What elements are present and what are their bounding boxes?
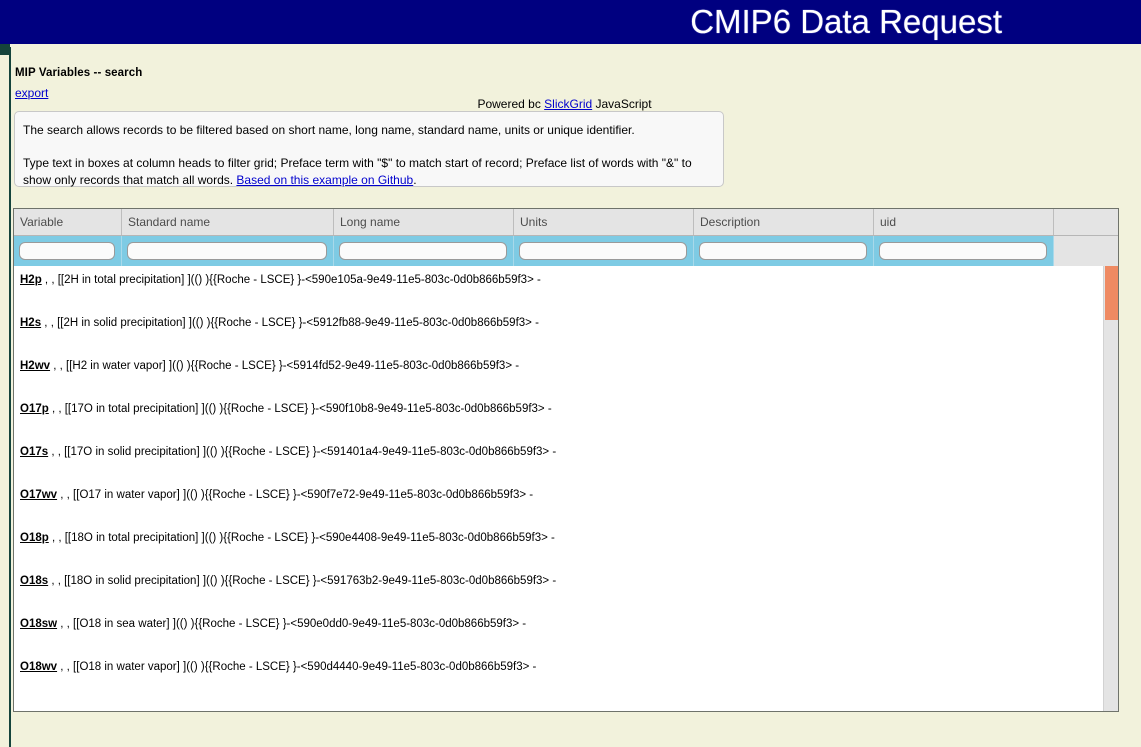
table-row[interactable]: O18p , , [[18O in total precipitation] ]… — [14, 524, 1103, 567]
grid-header-row: Variable Standard name Long name Units Descr… — [14, 209, 1118, 236]
scrollbar-thumb[interactable] — [1105, 266, 1118, 320]
powered-suffix: JavaScript — [592, 97, 652, 111]
filter-input-standard-name[interactable] — [127, 242, 327, 260]
page-left-corner — [0, 44, 9, 55]
variable-detail-text: , , [[17O in total precipitation] ](() )… — [48, 403, 552, 415]
filter-input-long-name[interactable] — [339, 242, 507, 260]
page-title: CMIP6 Data Request — [690, 3, 1002, 40]
variable-detail-text: , , [[18O in solid precipitation] ](() )… — [48, 575, 557, 587]
variable-name-link[interactable]: O17s — [20, 446, 48, 458]
help-line-2-period: . — [413, 173, 417, 187]
cell-variable: O18wv , , [[O18 in water vapor] ](() ){{… — [14, 653, 1103, 696]
variable-name-link[interactable]: H2p — [20, 274, 42, 286]
github-example-link[interactable]: Based on this example on Github — [236, 173, 413, 187]
variable-detail-text: , , [[H2 in water vapor] ](() ){{Roche -… — [50, 360, 520, 372]
table-row[interactable]: O18s , , [[18O in solid precipitation] ]… — [14, 567, 1103, 610]
variable-name-link[interactable]: O18p — [20, 532, 49, 544]
column-header-label: Long name — [340, 215, 401, 229]
page-content: MIP Variables -- search export Powered b… — [11, 47, 1141, 747]
column-header-standard-name[interactable]: Standard name — [122, 209, 334, 235]
filter-input-units[interactable] — [519, 242, 687, 260]
variable-name-link[interactable]: O17wv — [20, 489, 57, 501]
variable-name-link[interactable]: H2wv — [20, 360, 50, 372]
filter-cell-units[interactable] — [514, 236, 694, 266]
variable-name-link[interactable]: H2s — [20, 317, 41, 329]
table-row[interactable]: H2wv , , [[H2 in water vapor] ](() ){{Ro… — [14, 352, 1103, 395]
mip-variables-grid[interactable]: Variable Standard name Long name Units Descr… — [13, 208, 1119, 712]
powered-by-note: Powered bc SlickGrid JavaScript — [11, 97, 1118, 111]
column-header-label: uid — [880, 215, 897, 229]
filter-cell-uid[interactable] — [874, 236, 1054, 266]
column-header-label: Variable — [20, 215, 64, 229]
filter-input-variable[interactable] — [19, 242, 115, 260]
grid-viewport[interactable]: H2p , , [[2H in total precipitation] ]((… — [14, 266, 1118, 711]
help-line-2: Type text in boxes at column heads to fi… — [23, 155, 715, 189]
variable-name-link[interactable]: O18wv — [20, 661, 57, 673]
column-header-units[interactable]: Units — [514, 209, 694, 235]
variable-detail-text: , , [[2H in total precipitation] ](() ){… — [41, 274, 541, 286]
cell-variable: O18s , , [[18O in solid precipitation] ]… — [14, 567, 1103, 610]
cell-variable: O18sw , , [[O18 in sea water] ](() ){{Ro… — [14, 610, 1103, 653]
column-header-description[interactable]: Description — [694, 209, 874, 235]
variable-detail-text: , , [[2H in solid precipitation] ](() ){… — [41, 317, 539, 329]
table-row[interactable]: O17wv , , [[O17 in water vapor] ](() ){{… — [14, 481, 1103, 524]
variable-name-link[interactable]: O17p — [20, 403, 49, 415]
cell-variable: H2s , , [[2H in solid precipitation] ]((… — [14, 309, 1103, 352]
help-line-1: The search allows records to be filtered… — [23, 123, 635, 137]
column-header-label: Standard name — [128, 215, 211, 229]
variable-detail-text: , , [[O17 in water vapor] ](() ){{Roche … — [57, 489, 534, 501]
cell-variable: O18p , , [[18O in total precipitation] ]… — [14, 524, 1103, 567]
column-header-label: Units — [520, 215, 548, 229]
variable-detail-text: , , [[O18 in water vapor] ](() ){{Roche … — [57, 661, 537, 673]
table-row[interactable]: H2s , , [[2H in solid precipitation] ]((… — [14, 309, 1103, 352]
filter-cell-long-name[interactable] — [334, 236, 514, 266]
table-row[interactable]: O18wv , , [[O18 in water vapor] ](() ){{… — [14, 653, 1103, 696]
filter-input-uid[interactable] — [879, 242, 1047, 260]
column-header-label: Description — [700, 215, 761, 229]
cell-variable: H2wv , , [[H2 in water vapor] ](() ){{Ro… — [14, 352, 1103, 395]
variable-detail-text: , , [[O18 in sea water] ](() ){{Roche - … — [57, 618, 527, 630]
cell-variable: H2p , , [[2H in total precipitation] ]((… — [14, 266, 1103, 309]
variable-detail-text: , , [[17O in solid precipitation] ](() )… — [48, 446, 557, 458]
grid-vertical-scrollbar[interactable] — [1103, 266, 1118, 711]
variable-detail-text: , , [[18O in total precipitation] ](() )… — [48, 532, 555, 544]
column-header-uid[interactable]: uid — [874, 209, 1054, 235]
filter-cell-variable[interactable] — [14, 236, 122, 266]
filter-cell-standard-name[interactable] — [122, 236, 334, 266]
filter-cell-filler — [1054, 236, 1118, 266]
table-row[interactable]: O17p , , [[17O in total precipitation] ]… — [14, 395, 1103, 438]
table-row[interactable]: H2p , , [[2H in total precipitation] ]((… — [14, 266, 1103, 309]
search-help-box: The search allows records to be filtered… — [14, 111, 724, 187]
grid-filter-row — [14, 236, 1118, 266]
cell-variable: O17s , , [[17O in solid precipitation] ]… — [14, 438, 1103, 481]
column-header-filler[interactable] — [1054, 209, 1118, 235]
variable-name-link[interactable]: O18sw — [20, 618, 57, 630]
filter-cell-description[interactable] — [694, 236, 874, 266]
column-header-variable[interactable]: Variable — [14, 209, 122, 235]
cell-variable: O17wv , , [[O17 in water vapor] ](() ){{… — [14, 481, 1103, 524]
cell-variable: O17p , , [[17O in total precipitation] ]… — [14, 395, 1103, 438]
powered-prefix: Powered bc — [477, 97, 545, 111]
table-row[interactable]: O18sw , , [[O18 in sea water] ](() ){{Ro… — [14, 610, 1103, 653]
app-banner: CMIP6 Data Request — [0, 0, 1141, 44]
filter-input-description[interactable] — [699, 242, 867, 260]
grid-caption: MIP Variables -- search — [15, 67, 143, 79]
slickgrid-link[interactable]: SlickGrid — [544, 97, 592, 111]
column-header-long-name[interactable]: Long name — [334, 209, 514, 235]
variable-name-link[interactable]: O18s — [20, 575, 48, 587]
table-row[interactable]: O17s , , [[17O in solid precipitation] ]… — [14, 438, 1103, 481]
